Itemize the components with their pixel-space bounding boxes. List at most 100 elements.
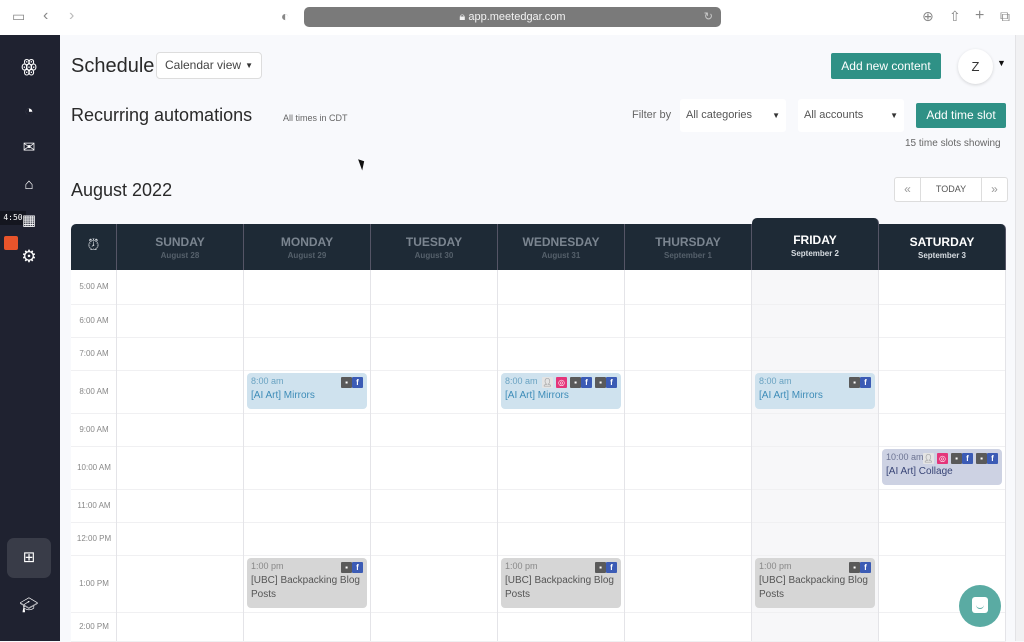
reload-icon[interactable]: ↻ — [704, 7, 713, 27]
time-label: 2:00 PM — [79, 621, 109, 631]
hour-divider — [71, 522, 1006, 523]
user-avatar-icon: 👤︎ — [542, 377, 553, 388]
chevron-down-icon: ▼ — [772, 111, 780, 120]
day-date: September 2 — [790, 249, 840, 258]
speedometer-icon[interactable]: ◔ — [18, 101, 40, 123]
time-slot-event[interactable]: 8:00 am [AI Art] Mirrors ▪ f — [755, 373, 875, 409]
envelope-icon[interactable]: ✉ — [18, 137, 40, 159]
column-divider — [243, 270, 244, 641]
facebook-icon: f — [606, 562, 617, 573]
sidebar-toggle-icon[interactable]: ▭ — [12, 8, 25, 24]
day-name: SUNDAY — [155, 235, 205, 249]
share-icon[interactable]: ⇧ — [949, 8, 961, 24]
bank-icon[interactable]: ⌂ — [18, 174, 40, 196]
account-image-icon: ▪ — [976, 453, 987, 464]
week-calendar: 5:00 AM 6:00 AM 7:00 AM 8:00 AM 9:00 AM 10:00… — [71, 218, 1006, 642]
hour-divider — [71, 304, 1006, 305]
day-date: September 3 — [917, 251, 967, 260]
day-name: WEDNESDAY — [522, 235, 600, 249]
back-icon[interactable]: ‹ — [43, 8, 48, 24]
day-header-saturday: SATURDAY September 3 — [879, 224, 1006, 270]
column-divider — [116, 270, 117, 641]
time-label: 9:00 AM — [79, 424, 109, 434]
hour-divider — [71, 446, 1006, 447]
account-icons: 👤︎ ◎ ▪ f ▪ f — [921, 453, 998, 464]
user-avatar-icon: 👤︎ — [923, 453, 934, 464]
categories-select-value: All categories — [686, 109, 753, 121]
browser-toolbar: ▭ ‹ › ◐ 🔒︎ app.meetedgar.com ↻ ⊕ ⇧ + ⧉ — [0, 0, 1024, 35]
time-slot-event[interactable]: 1:00 pm [UBC] Backpacking Blog Posts ▪ f — [755, 558, 875, 608]
view-select[interactable]: Calendar view ▼ — [156, 52, 262, 79]
day-header-monday: MONDAY August 29 — [244, 224, 371, 270]
time-slot-event[interactable]: 1:00 pm [UBC] Backpacking Blog Posts ▪ f — [501, 558, 621, 608]
categories-select[interactable]: All categories ▼ — [680, 99, 786, 132]
column-divider — [1005, 270, 1006, 641]
avatar[interactable]: Z — [958, 49, 993, 84]
layout-icon[interactable]: ⊞ — [18, 547, 40, 569]
view-select-value: Calendar view — [165, 58, 242, 72]
recording-stop-button[interactable] — [4, 236, 18, 250]
hour-divider — [71, 555, 1006, 556]
privacy-shield-icon[interactable]: ◐ — [281, 8, 289, 24]
time-label: 12:00 PM — [76, 533, 112, 543]
facebook-icon: f — [860, 562, 871, 573]
time-slot-event[interactable]: 1:00 pm [UBC] Backpacking Blog Posts ▪ f — [247, 558, 367, 608]
account-image-icon: ▪ — [849, 562, 860, 573]
column-divider — [751, 270, 752, 641]
calendar-header-corner: ⏰︎ — [71, 224, 117, 270]
time-label: 6:00 AM — [79, 315, 109, 325]
calendar-icon[interactable]: ▦ — [18, 210, 40, 232]
facebook-icon: f — [962, 453, 973, 464]
tabs-overview-icon[interactable]: ⧉ — [1000, 8, 1010, 24]
section-title: Recurring automations — [71, 105, 253, 125]
time-label: 8:00 AM — [79, 386, 109, 396]
octopus-logo-icon[interactable]: ꙮ — [18, 55, 40, 77]
calendar-grid: 5:00 AM 6:00 AM 7:00 AM 8:00 AM 9:00 AM 10:00… — [71, 270, 1006, 642]
time-slot-event[interactable]: 8:00 am [AI Art] Mirrors ▪ f — [247, 373, 367, 409]
month-label: August 2022 — [71, 180, 173, 200]
day-date: August 31 — [541, 251, 581, 260]
page-scrollbar[interactable] — [1015, 35, 1024, 641]
next-week-button[interactable]: » — [982, 178, 1007, 201]
previous-week-button[interactable]: « — [895, 178, 920, 201]
day-name: TUESDAY — [405, 235, 463, 249]
gear-icon[interactable]: ⚙ — [18, 246, 40, 268]
add-time-slot-button[interactable]: Add time slot — [916, 103, 1006, 128]
time-slot-event[interactable]: 8:00 am [AI Art] Mirrors 👤︎ ◎ ▪ f ▪ f — [501, 373, 621, 409]
chevron-down-icon: ▼ — [890, 111, 898, 120]
add-new-content-button[interactable]: Add new content — [831, 53, 941, 79]
new-tab-icon[interactable]: + — [975, 8, 984, 24]
day-date: August 29 — [287, 251, 327, 260]
url-text: app.meetedgar.com — [468, 11, 566, 23]
facebook-icon: f — [581, 377, 592, 388]
today-button[interactable]: TODAY — [920, 178, 982, 201]
time-label: 7:00 AM — [79, 348, 109, 358]
accounts-select[interactable]: All accounts ▼ — [798, 99, 904, 132]
mouse-cursor-icon — [358, 157, 367, 171]
calendar-pager: « TODAY » — [894, 177, 1008, 202]
chevron-down-icon: ▼ — [245, 61, 253, 70]
column-divider — [370, 270, 371, 641]
account-menu-caret-icon[interactable]: ▼ — [997, 58, 1006, 68]
download-icon[interactable]: ⊕ — [922, 8, 934, 24]
event-title: [AI Art] Mirrors — [759, 390, 823, 401]
filter-label: Filter by — [632, 109, 672, 121]
day-name: THURSDAY — [655, 235, 721, 249]
day-date: August 28 — [160, 251, 200, 260]
day-name: MONDAY — [280, 235, 334, 249]
address-bar[interactable]: 🔒︎ app.meetedgar.com ↻ — [304, 7, 721, 27]
event-title: [AI Art] Mirrors — [505, 390, 569, 401]
forward-icon[interactable]: › — [69, 8, 74, 24]
lock-icon: 🔒︎ — [459, 11, 466, 23]
event-title: [UBC] Backpacking Blog Posts — [505, 575, 614, 600]
time-label: 10:00 AM — [77, 462, 111, 472]
time-label: 11:00 AM — [77, 500, 111, 510]
day-header-sunday: SUNDAY August 28 — [117, 224, 244, 270]
time-slot-event[interactable]: 10:00 am [AI Art] Collage 👤︎ ◎ ▪ f ▪ f — [882, 449, 1002, 485]
account-image-icon: ▪ — [595, 377, 606, 388]
chat-widget-button[interactable] — [959, 585, 1001, 627]
column-divider — [878, 270, 879, 641]
app-sidebar: ꙮ ◔ ✉ ⌂ 4:50 ▦ ⚙ ⊞ 🎓︎ — [0, 35, 60, 641]
graduation-cap-icon[interactable]: 🎓︎ — [18, 595, 40, 617]
time-slots-count: 15 time slots showing — [905, 138, 1001, 149]
